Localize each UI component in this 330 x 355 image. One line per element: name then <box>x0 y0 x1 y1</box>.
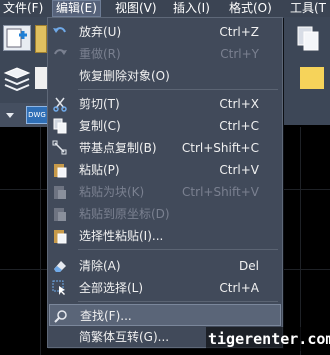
layers-icon[interactable] <box>3 65 31 92</box>
menu-item-cut[interactable]: 剪切(T) Ctrl+X <box>49 93 281 115</box>
cad-window: 文件(F) 编辑(E) 视图(V) 插入(I) 格式(O) 工具(T DWG 放… <box>0 0 330 355</box>
scissors-icon <box>52 96 68 112</box>
copy-icon <box>52 118 68 134</box>
menu-tools[interactable]: 工具(T <box>287 0 329 17</box>
find-icon <box>53 308 69 324</box>
paste-large-icon[interactable] <box>296 25 320 51</box>
menu-view[interactable]: 视图(V) <box>112 0 160 17</box>
redo-icon <box>52 46 68 62</box>
paste-special-icon <box>52 228 68 244</box>
menu-item-paste-special[interactable]: 选择性粘贴(I)... <box>49 225 281 247</box>
menu-item-paste-to-original[interactable]: 粘贴到原坐标(D) <box>49 203 281 225</box>
grid-line <box>300 127 301 355</box>
menu-format[interactable]: 格式(O) <box>226 0 275 17</box>
watermark: tigerenter.com <box>206 327 330 351</box>
copy-with-basepoint-icon <box>52 140 68 156</box>
menu-separator <box>78 301 278 302</box>
menu-insert[interactable]: 插入(I) <box>170 0 213 17</box>
menu-item-find[interactable]: 查找(F)... <box>49 304 281 326</box>
paste-to-original-icon <box>52 206 68 222</box>
menu-item-undo[interactable]: 放弃(U) Ctrl+Z <box>49 21 281 43</box>
grid-line <box>40 127 41 355</box>
paste-as-block-icon <box>52 184 68 200</box>
menu-item-paste[interactable]: 粘贴(P) Ctrl+V <box>49 159 281 181</box>
open-file-icon[interactable] <box>35 25 47 53</box>
new-file-icon[interactable] <box>3 25 31 51</box>
menu-item-restore-deleted[interactable]: 恢复删除对象(O) <box>49 65 281 87</box>
eraser-icon <box>52 258 68 274</box>
dwg-button[interactable]: DWG <box>26 106 48 124</box>
menu-item-copy-with-basepoint[interactable]: 带基点复制(B) Ctrl+Shift+C <box>49 137 281 159</box>
paste-icon <box>52 162 68 178</box>
edit-menu-dropdown: 放弃(U) Ctrl+Z 重做(R) Ctrl+Y 恢复删除对象(O) 剪切(T… <box>47 17 283 348</box>
dropdown-arrow-icon[interactable] <box>2 108 18 122</box>
menu-separator <box>78 89 278 90</box>
menu-item-paste-as-block[interactable]: 粘贴为块(K) Ctrl+Shift+V <box>49 181 281 203</box>
menu-bar: 文件(F) 编辑(E) 视图(V) 插入(I) 格式(O) 工具(T <box>0 0 330 17</box>
undo-icon <box>52 24 68 40</box>
menu-edit[interactable]: 编辑(E) <box>52 0 101 17</box>
menu-separator <box>78 249 278 250</box>
select-all-icon <box>52 280 68 296</box>
menu-item-select-all[interactable]: 全部选择(L) Ctrl+A <box>49 277 281 299</box>
menu-item-copy[interactable]: 复制(C) Ctrl+C <box>49 115 281 137</box>
menu-item-redo[interactable]: 重做(R) Ctrl+Y <box>49 43 281 65</box>
block-icon[interactable] <box>300 67 324 89</box>
menu-file[interactable]: 文件(F) <box>0 0 46 17</box>
menu-item-clear[interactable]: 清除(A) Del <box>49 255 281 277</box>
properties-icon[interactable] <box>35 67 47 89</box>
